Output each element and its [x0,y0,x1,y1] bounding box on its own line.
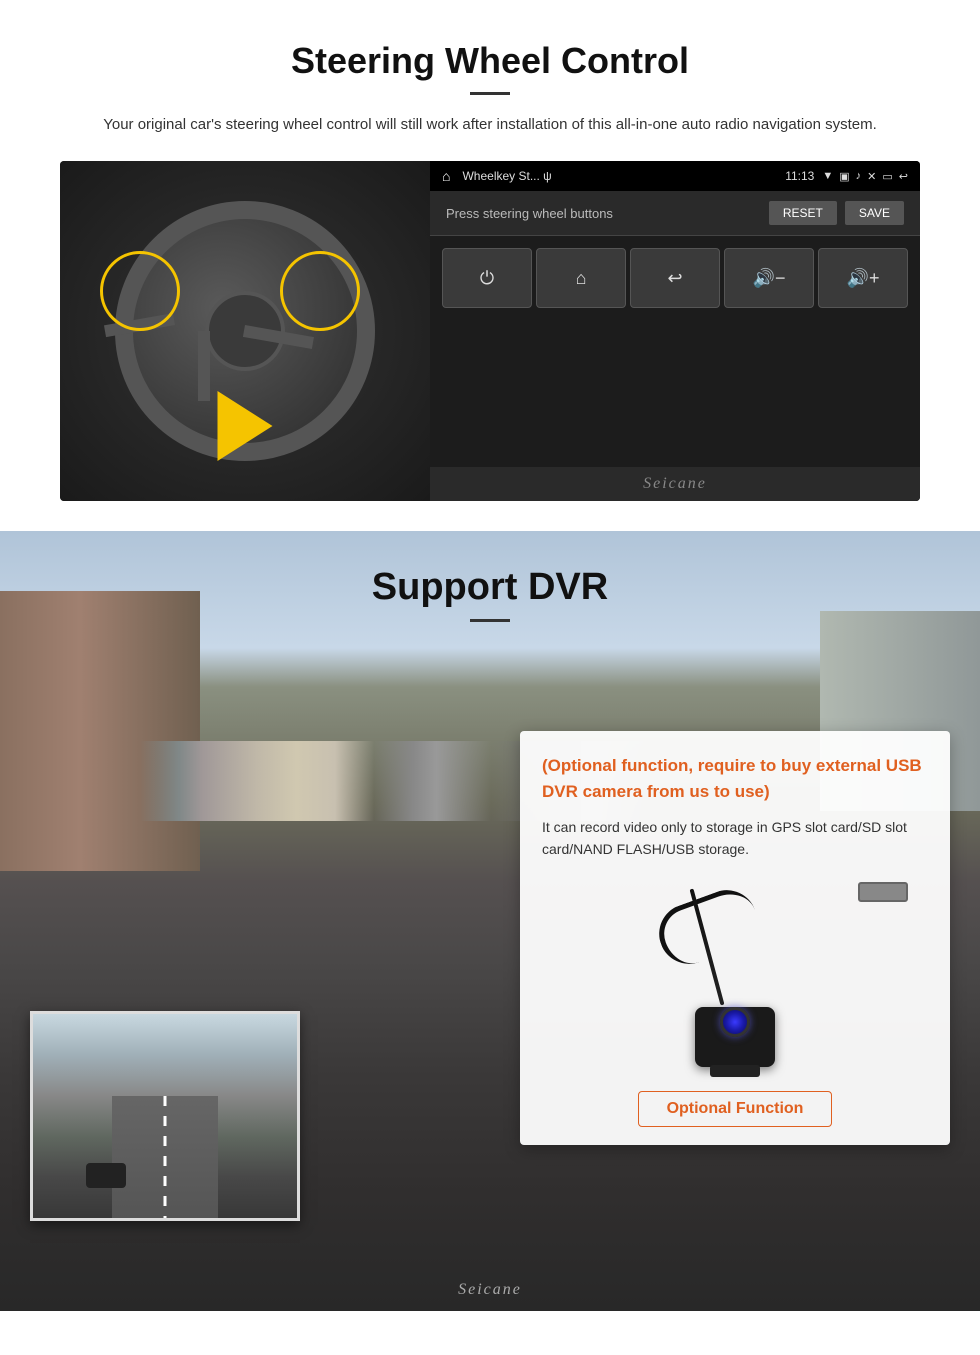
optional-function-badge: Optional Function [638,1091,833,1127]
swc-prompt-label: Press steering wheel buttons [446,206,613,221]
dvr-seicane-watermark: Seicane [458,1281,522,1299]
status-time: 11:13 [785,169,814,183]
dvr-section: Support DVR (Optional function, require … [0,531,980,1311]
vol-down-control-btn[interactable]: 🔊− [724,248,814,308]
vol-up-control-btn[interactable]: 🔊+ [818,248,908,308]
arrow-right-icon [218,391,273,461]
arrow-container [218,391,273,461]
spoke-bottom [198,331,210,401]
android-ui-panel: ⌂ Wheelkey St... ψ 11:13 ▼ ▣ ♪ ✕ ▭ ↩ Pre… [430,161,920,501]
usb-cable [542,877,928,1077]
swc-title: Steering Wheel Control [60,40,920,82]
android-status-bar: ⌂ Wheelkey St... ψ 11:13 ▼ ▣ ♪ ✕ ▭ ↩ [430,161,920,191]
dvr-optional-text: (Optional function, require to buy exter… [542,753,928,804]
dvr-description: It can record video only to storage in G… [542,816,928,861]
swc-control-bar: Press steering wheel buttons RESET SAVE [430,191,920,236]
controls-grid: ⏻ ⌂ ↩ 🔊− 🔊+ [430,236,920,467]
home-icon: ⌂ [442,168,450,184]
steering-wheel-photo [60,161,430,501]
optional-function-badge-row: Optional Function [542,1091,928,1127]
volume-icon: ♪ [856,170,862,182]
dvr-info-card: (Optional function, require to buy exter… [520,731,950,1145]
buildings-left [0,591,200,871]
thumbnail-car [86,1163,126,1188]
status-icons: ▼ ▣ ♪ ✕ ▭ ↩ [822,170,908,183]
dvr-title-divider [470,619,510,622]
power-control-btn[interactable]: ⏻ [442,248,532,308]
close-icon: ✕ [867,170,876,183]
dvr-footage-thumbnail [30,1011,300,1221]
window-icon: ▭ [882,170,892,183]
swc-title-divider [470,92,510,95]
steering-wheel-control-section: Steering Wheel Control Your original car… [0,0,980,531]
highlight-circle-left [100,251,180,331]
reset-button[interactable]: RESET [769,201,837,225]
swc-seicane-watermark: Seicane [430,467,920,501]
usb-plug-icon [858,882,908,902]
swc-description: Your original car's steering wheel contr… [60,113,920,137]
camera-lens [720,1007,750,1037]
swc-image-container: ⌂ Wheelkey St... ψ 11:13 ▼ ▣ ♪ ✕ ▭ ↩ Pre… [60,161,920,501]
camera-body [695,1007,775,1067]
swc-action-buttons: RESET SAVE [769,201,904,225]
dvr-title-overlay: Support DVR [0,531,980,622]
save-button[interactable]: SAVE [845,201,904,225]
dvr-title: Support DVR [0,566,980,609]
wifi-icon: ▼ [822,170,833,182]
camera-base [710,1065,760,1077]
camera-icon: ▣ [839,170,849,183]
back-control-btn[interactable]: ↩ [630,248,720,308]
highlight-circle-right [280,251,360,331]
app-name-label: Wheelkey St... ψ [462,169,777,183]
dvr-camera-image [542,877,928,1077]
thumbnail-center-line [164,1096,167,1218]
back-icon: ↩ [899,170,908,183]
home-control-btn[interactable]: ⌂ [536,248,626,308]
